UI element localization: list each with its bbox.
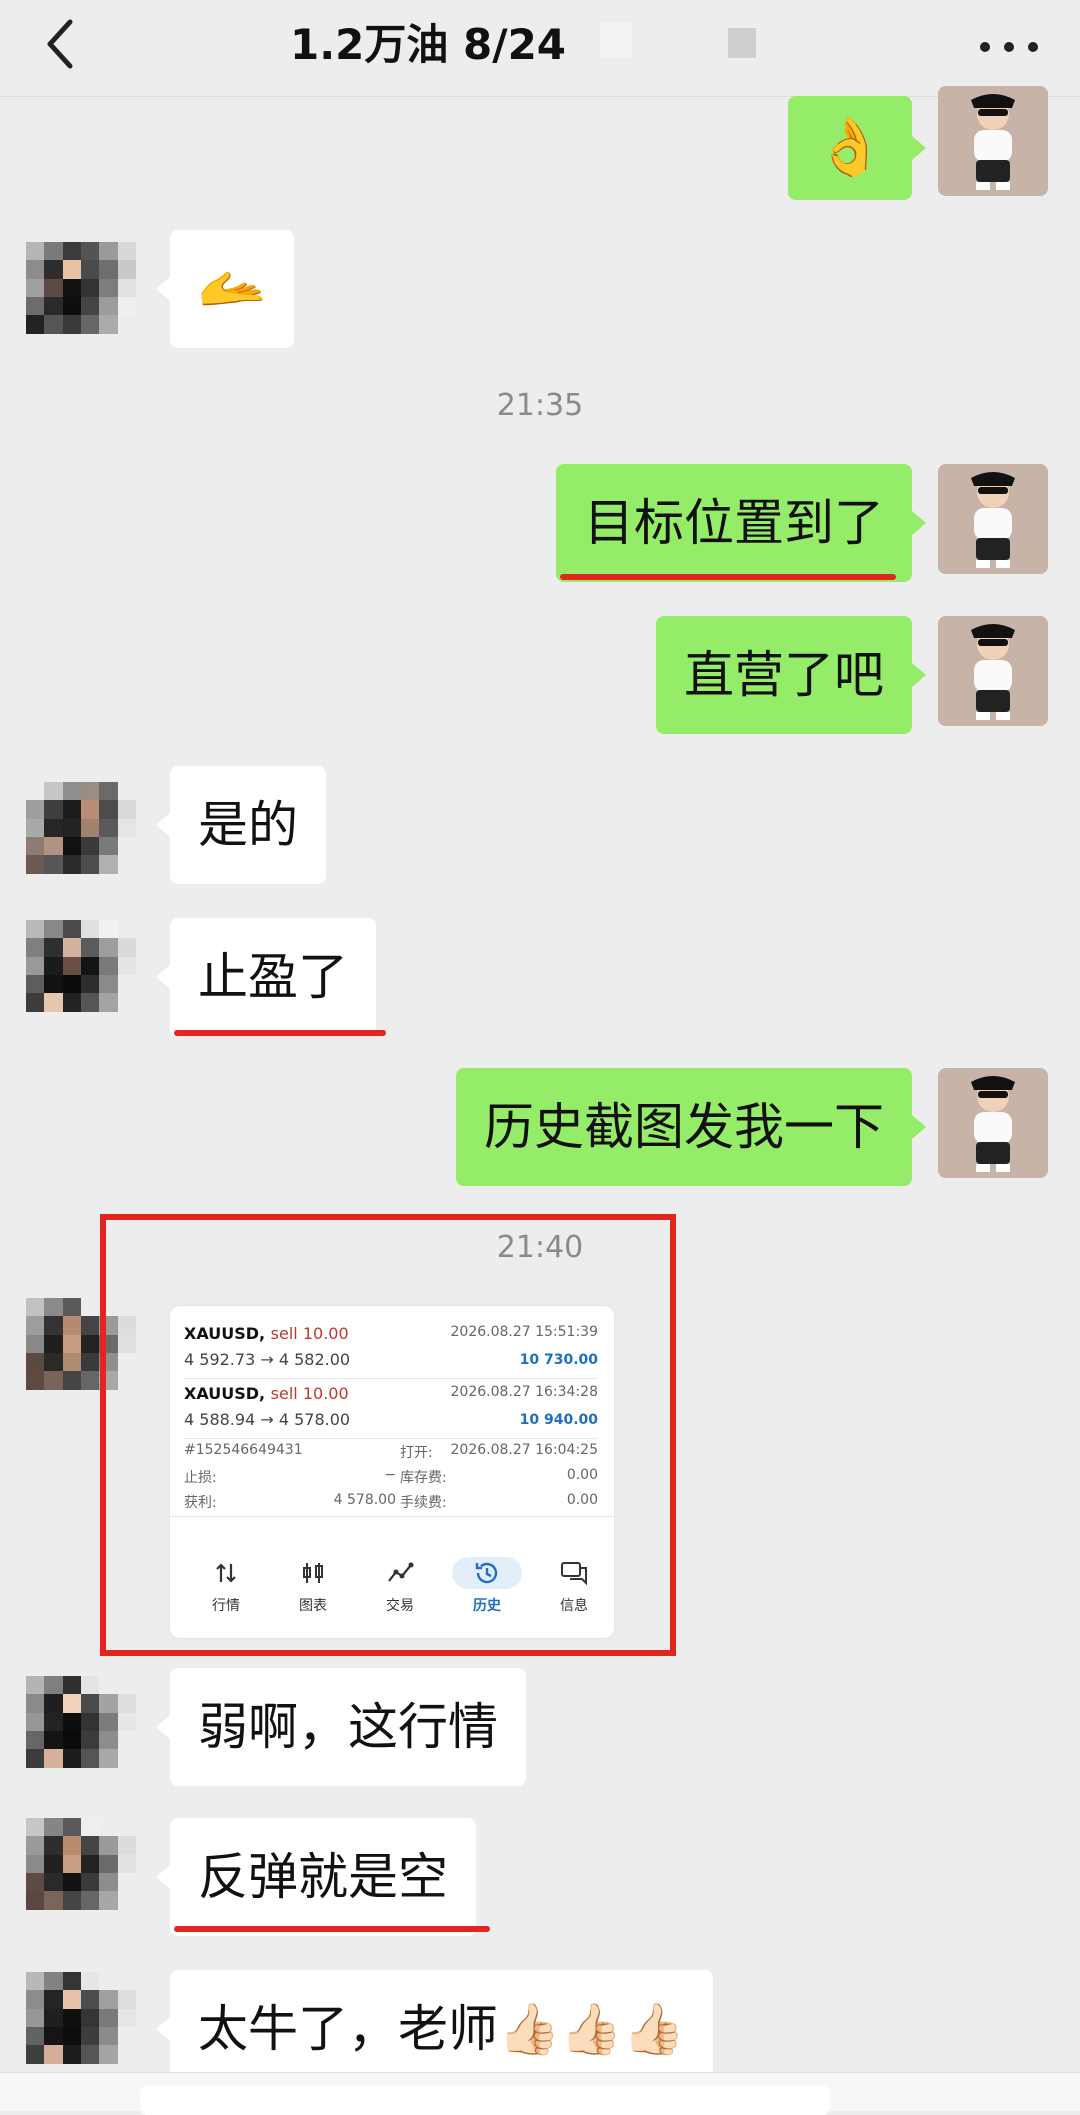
more-dots-icon [1028, 42, 1038, 52]
pixelated-avatar [26, 920, 136, 1030]
more-dots-icon [980, 42, 990, 52]
contact-avatar[interactable] [26, 1818, 136, 1928]
red-underline-annotation [174, 1030, 386, 1036]
message-text: 🫴 [197, 256, 267, 321]
back-button[interactable] [40, 14, 80, 74]
my-avatar[interactable] [938, 86, 1048, 196]
chevron-left-icon [47, 19, 73, 69]
message-text: 反弹就是空 [198, 1848, 448, 1906]
message-bubble[interactable]: 直营了吧 [656, 616, 926, 734]
message-bubble[interactable]: 太牛了，老师👍🏻👍🏻👍🏻 [156, 1970, 713, 2088]
pixelated-avatar [26, 1676, 136, 1786]
redacted-title-block [600, 22, 632, 58]
pixelated-avatar [26, 782, 136, 892]
message-text: 止盈了 [198, 948, 348, 1006]
cartoon-avatar-icon [938, 616, 1048, 726]
redacted-title-block [728, 28, 756, 58]
more-button[interactable] [978, 14, 1044, 74]
pixelated-avatar [26, 1972, 136, 2082]
message-bubble[interactable]: 反弹就是空 [156, 1818, 476, 1936]
message-text: 太牛了，老师👍🏻👍🏻👍🏻 [198, 2000, 685, 2058]
message-text: 历史截图发我一下 [484, 1098, 884, 1156]
message-bubble[interactable]: 👌 [788, 96, 926, 200]
contact-avatar[interactable] [26, 782, 136, 892]
chat-header: 1.2万油 8/24 [0, 0, 1080, 97]
timestamp: 21:35 [496, 388, 584, 423]
red-underline-annotation [560, 574, 896, 580]
message-text: 👌 [815, 115, 885, 180]
my-avatar[interactable] [938, 616, 1048, 726]
message-input[interactable] [140, 2085, 830, 2115]
chat-title: 1.2万油 8/24 [290, 20, 567, 69]
message-text: 弱啊，这行情 [198, 1698, 498, 1756]
message-bubble[interactable]: 历史截图发我一下 [456, 1068, 926, 1186]
message-text: 是的 [198, 796, 298, 854]
message-bubble[interactable]: 是的 [156, 766, 326, 884]
red-highlight-box [100, 1214, 676, 1656]
message-text: 目标位置到了 [584, 494, 884, 552]
message-bubble[interactable]: 目标位置到了 [556, 464, 926, 582]
pixelated-avatar [26, 1818, 136, 1928]
pixelated-avatar [26, 242, 136, 352]
message-bubble[interactable]: 止盈了 [156, 918, 376, 1036]
cartoon-avatar-icon [938, 464, 1048, 574]
my-avatar[interactable] [938, 464, 1048, 574]
cartoon-avatar-icon [938, 86, 1048, 196]
my-avatar[interactable] [938, 1068, 1048, 1178]
more-dots-icon [1004, 42, 1014, 52]
contact-avatar[interactable] [26, 1972, 136, 2082]
message-text: 直营了吧 [684, 646, 884, 704]
contact-avatar[interactable] [26, 242, 136, 352]
message-bubble[interactable]: 弱啊，这行情 [156, 1668, 526, 1786]
chat-input-bar [0, 2072, 1080, 2115]
contact-avatar[interactable] [26, 1676, 136, 1786]
cartoon-avatar-icon [938, 1068, 1048, 1178]
red-underline-annotation [174, 1926, 490, 1932]
message-bubble[interactable]: 🫴 [156, 230, 294, 348]
contact-avatar[interactable] [26, 920, 136, 1030]
